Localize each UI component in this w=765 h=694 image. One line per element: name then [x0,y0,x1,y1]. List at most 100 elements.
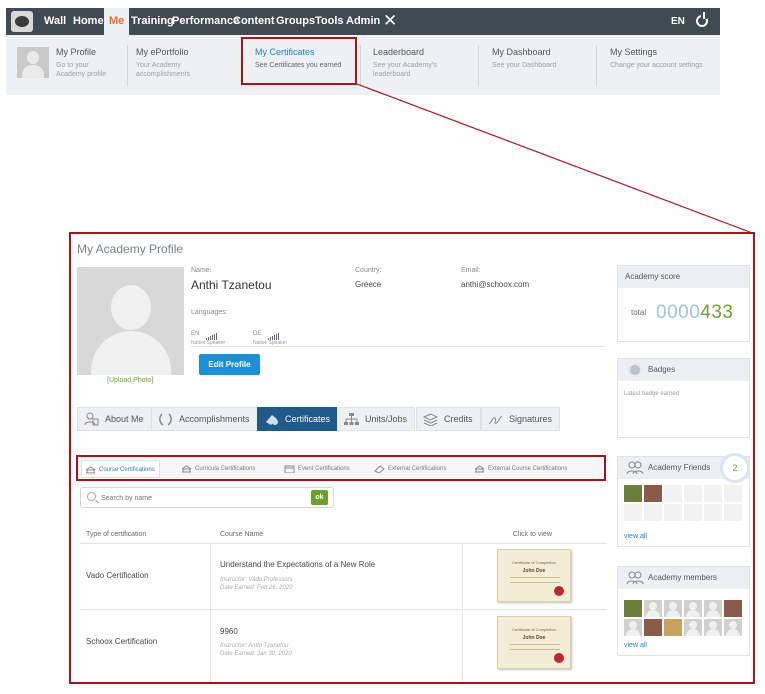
members-view-all-link[interactable]: view all [624,642,647,649]
empty-slot [664,485,682,502]
upload-photo-link[interactable]: [Upload Photo] [107,377,153,384]
member-avatar[interactable] [724,600,742,617]
language-code: EN [191,331,200,337]
tab-course-certifications[interactable]: Course Certifications [81,460,160,478]
friend-avatar[interactable] [644,485,662,502]
org-chart-icon [344,413,359,425]
row-1-certificate-thumbnail[interactable]: Certificate of Completion John Doe [497,549,571,602]
subtab-label: Curricula Certifications [195,466,256,472]
score-number: 433 [700,302,734,323]
search-icon [87,492,96,501]
friends-avatar-grid [624,485,742,521]
empty-slot [724,504,742,521]
row-1-course-name[interactable]: Understand the Expectations of a New Rol… [220,560,375,569]
tab-credits[interactable]: Credits [416,407,481,431]
building-icon [85,466,96,474]
tab-event-certifications[interactable]: Event Certifications [281,460,354,478]
profile-email: anthi@schoox.com [461,280,530,289]
proficiency-bars-icon [205,322,218,340]
tab-label: Units/Jobs [365,414,408,424]
seal-icon [554,653,564,663]
person-icon [84,412,99,426]
members-icon [626,571,644,585]
building-icon [181,465,192,473]
calendar-icon [284,465,295,473]
member-avatar[interactable] [664,600,682,617]
badges-label: Badges [648,365,676,374]
members-label: Academy members [648,573,717,582]
tab-label: Accomplishments [179,414,250,424]
member-avatar[interactable] [684,619,702,636]
latest-badge-text: Latest badge earned [624,391,680,397]
stack-icon [423,413,438,426]
search-input[interactable] [101,491,301,505]
row-2-certificate-thumbnail[interactable]: Certificate of Completion John Doe [497,616,571,669]
member-avatar[interactable] [644,619,662,636]
email-label: Email: [461,267,481,274]
external-certificate-icon [374,465,385,473]
friends-title: Academy Friends 2 [618,453,750,483]
row-2-course-name[interactable]: 9960 [220,627,238,636]
members-title: Academy members [618,567,749,589]
subtab-label: External Course Certifications [488,466,568,472]
academy-score-card: Academy score total 0000433 [617,265,750,342]
friends-view-all-link[interactable]: view all [624,533,647,540]
tab-certificates[interactable]: Certificates [257,407,339,431]
language-de: DE Native Speaker [253,322,287,346]
empty-slot [704,504,722,521]
member-avatar[interactable] [704,619,722,636]
empty-slot [704,485,722,502]
edit-profile-button[interactable]: Edit Profile [199,354,260,375]
tab-curricula-certifications[interactable]: Curricula Certifications [178,460,259,478]
friends-label: Academy Friends [648,463,711,472]
score-leading-zeros: 0000 [656,302,701,323]
tab-about-me[interactable]: About Me [77,407,152,431]
member-avatar[interactable] [624,600,642,617]
certificate-icon [266,415,278,425]
certification-type-tabs: Course Certifications Curricula Certific… [76,455,606,481]
member-avatar[interactable] [684,600,702,617]
member-avatar[interactable] [624,619,642,636]
languages-label: Languages: [191,309,228,316]
country-label: Country: [355,267,382,274]
tab-accomplishments[interactable]: Accomplishments [151,407,258,431]
badges-title: Badges [618,359,749,381]
profile-photo[interactable] [77,267,184,375]
academy-profile-panel: My Academy Profile [Upload Photo] Name: … [69,232,755,684]
friend-avatar[interactable] [624,485,642,502]
member-avatar[interactable] [704,600,722,617]
badges-card: Badges Latest badge earned [617,358,750,438]
row-2-certification-type: Schoox Certification [86,637,158,646]
header-click-to-view: Click to view [513,531,552,538]
empty-slot [724,485,742,502]
certificate-title: Certificate of Completion [512,560,556,565]
tab-units-jobs[interactable]: Units/Jobs [337,407,416,431]
member-avatar[interactable] [724,619,742,636]
tab-signatures[interactable]: Signatures [481,407,561,431]
search-ok-button[interactable]: ok [311,490,328,505]
subtab-label: External Certifications [388,466,447,472]
academy-score-title: Academy score [618,266,749,288]
certificate-recipient: John Doe [522,635,546,641]
language-code: DE [253,331,262,337]
members-avatar-grid [624,600,742,636]
profile-country: Greece [355,280,382,289]
score-total-label: total [631,308,647,317]
subtab-label: Course Certifications [99,467,155,473]
badge-icon [628,363,642,377]
building-icon [474,465,485,473]
row-1-certification-type: Vado Certification [86,571,149,580]
empty-slot [664,504,682,521]
tab-label: About Me [105,414,144,424]
certificate-title: Certificate of Completion [512,627,556,632]
tab-label: Signatures [509,414,553,424]
seal-icon [554,586,564,596]
member-avatar[interactable] [664,619,682,636]
friends-count-badge[interactable]: 2 [720,453,750,483]
tab-external-course-certifications[interactable]: External Course Certifications [471,460,571,478]
language-en: EN Native Speaker [191,322,225,346]
tab-external-certifications[interactable]: External Certifications [371,460,450,478]
row-1-instructor: Instructor: Vado Professors [220,577,293,583]
header-course-name: Course Name [220,531,264,538]
member-avatar[interactable] [644,600,662,617]
